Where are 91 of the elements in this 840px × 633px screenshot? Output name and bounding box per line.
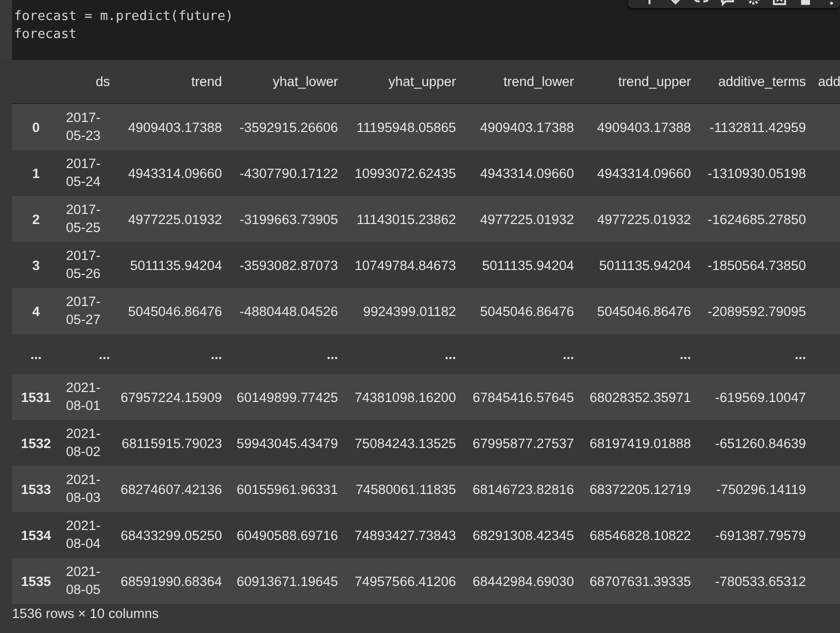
table-cell: 67957224.15909	[116, 374, 228, 420]
table-cell: 4909403.17388	[580, 104, 697, 150]
table-cell: 60155961.96331	[228, 466, 344, 512]
table-cell: 2017-05-27	[60, 288, 116, 334]
table-cell: 5045046.86476	[462, 288, 580, 334]
table-cell: 2021-08-05	[60, 558, 116, 604]
table-cell: 68291308.42345	[462, 512, 580, 558]
row-index: 3	[12, 242, 60, 288]
table-cell: 4977225.01932	[116, 196, 228, 242]
table-cell: 5045046.86476	[580, 288, 697, 334]
row-index: 1531	[12, 374, 60, 420]
table-cell: -3199663.73905	[228, 196, 344, 242]
row-index: ...	[12, 334, 60, 374]
table-cell: 60490588.69716	[228, 512, 344, 558]
table-cell: 5045046.86476	[116, 288, 228, 334]
table-cell: 68707631.39335	[580, 558, 697, 604]
table-cell: 68372205.12719	[580, 466, 697, 512]
table-cell: 4943314.09660	[462, 150, 580, 196]
table-cell: 74893427.73843	[344, 512, 462, 558]
table-cell: 4909403.17388	[462, 104, 580, 150]
table-cell: 4943314.09660	[580, 150, 697, 196]
table-cell: 68197419.01888	[580, 420, 697, 466]
table-cell: -1850564.73850	[697, 242, 812, 288]
table-cell: 11143015.23862	[344, 196, 462, 242]
table-cell: 5011135.94204	[462, 242, 580, 288]
table-cell: ...	[580, 334, 697, 374]
table-cell: -4880448.04526	[228, 288, 344, 334]
table-cell: -750296.14119	[697, 466, 812, 512]
row-index: 1535	[12, 558, 60, 604]
table-cell: 75084243.13525	[344, 420, 462, 466]
code-line: forecast = m.predict(future)	[14, 8, 234, 26]
table-cell: 5011135.94204	[580, 242, 697, 288]
table-cell: ...	[116, 334, 228, 374]
table-cell: 4943314.09660	[116, 150, 228, 196]
table-cell: 68591990.68364	[116, 558, 228, 604]
table-cell: -1624685.27850	[697, 196, 812, 242]
table-cell: 2017-05-24	[60, 150, 116, 196]
table-cell: 2017-05-25	[60, 196, 116, 242]
table-cell: 4977225.01932	[580, 196, 697, 242]
table-cell: 60149899.77425	[228, 374, 344, 420]
table-cell: 68442984.69030	[462, 558, 580, 604]
row-index: 0	[12, 104, 60, 150]
table-cell: 67845416.57645	[462, 374, 580, 420]
table-cell: 2021-08-04	[60, 512, 116, 558]
table-cell: 2021-08-03	[60, 466, 116, 512]
table-cell: 10993072.62435	[344, 150, 462, 196]
table-cell: 2021-08-02	[60, 420, 116, 466]
table-summary: 1536 rows × 10 columns	[11, 605, 160, 621]
table-cell: 4977225.01932	[462, 196, 580, 242]
table-cell: 74957566.41206	[344, 558, 462, 604]
table-cell: -780533.65312	[697, 558, 812, 604]
row-index: 1532	[12, 420, 60, 466]
table-cell: 2021-08-01	[60, 374, 116, 420]
row-index: 2	[12, 196, 60, 242]
row-index: 1534	[12, 512, 60, 558]
table-cell: -691387.79579	[697, 512, 812, 558]
table-cell: 5011135.94204	[116, 242, 228, 288]
table-cell: 67995877.27537	[462, 420, 580, 466]
table-cell: ...	[462, 334, 580, 374]
table-cell: 68433299.05250	[116, 512, 228, 558]
table-cell: -3593082.87073	[228, 242, 344, 288]
table-cell: 74580061.11835	[344, 466, 462, 512]
table-cell: 68274607.42136	[116, 466, 228, 512]
table-cell: -1132811.42959	[697, 104, 812, 150]
table-cell: ...	[228, 334, 344, 374]
table-cell: 2017-05-26	[60, 242, 116, 288]
table-cell: ...	[344, 334, 462, 374]
table-cell: 74381098.16200	[344, 374, 462, 420]
table-cell: 4909403.17388	[116, 104, 228, 150]
table-cell: 2017-05-23	[60, 104, 116, 150]
row-index: 1533	[12, 466, 60, 512]
table-cell: 60913671.19645	[228, 558, 344, 604]
table-cell: ...	[60, 334, 116, 374]
table-cell: -3592915.26606	[228, 104, 344, 150]
table-cell: -2089592.79095	[697, 288, 812, 334]
table-cell: 68146723.82816	[462, 466, 580, 512]
table-cell: 68115915.79023	[116, 420, 228, 466]
row-index: 1	[12, 150, 60, 196]
row-index: 4	[12, 288, 60, 334]
table-cell: 68028352.35971	[580, 374, 697, 420]
code-line: forecast	[14, 26, 78, 44]
table-cell: 68546828.10822	[580, 512, 697, 558]
table-cell: 10749784.84673	[344, 242, 462, 288]
table-cell: -4307790.17122	[228, 150, 344, 196]
table-cell: -1310930.05198	[697, 150, 812, 196]
table-cell: 9924399.01182	[344, 288, 462, 334]
table-cell: -619569.10047	[697, 374, 812, 420]
table-cell: ...	[697, 334, 812, 374]
table-cell: -651260.84639	[697, 420, 812, 466]
table-cell: 59943045.43479	[228, 420, 344, 466]
table-cell: 11195948.05865	[344, 104, 462, 150]
